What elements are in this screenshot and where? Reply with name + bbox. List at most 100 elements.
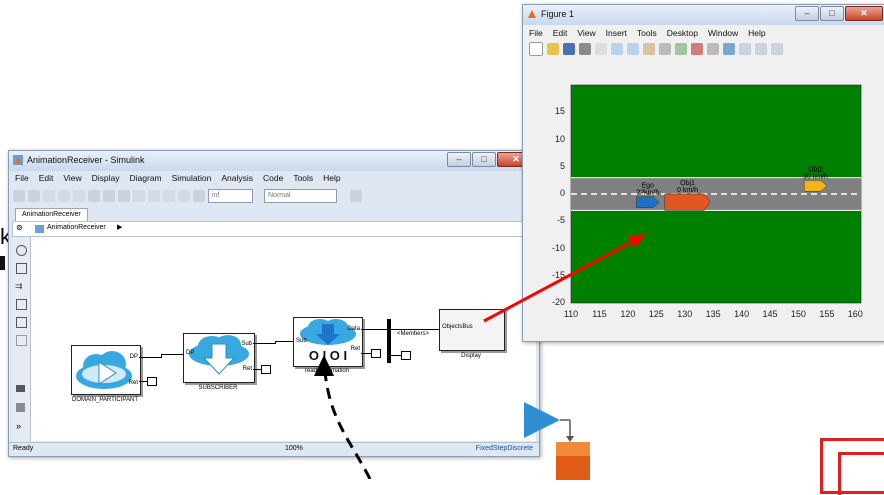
up-icon[interactable] [73, 190, 85, 202]
signal-line[interactable] [361, 353, 371, 354]
tab-animation-receiver[interactable]: AnimationReceiver [15, 208, 88, 221]
signal-line[interactable] [361, 329, 387, 330]
minimize-button[interactable]: – [795, 6, 819, 21]
menu-help[interactable]: Help [323, 172, 340, 185]
minimize-button[interactable]: – [447, 152, 471, 167]
fit-view-icon[interactable] [16, 263, 27, 274]
brush-icon[interactable] [691, 43, 703, 55]
menu-edit[interactable]: Edit [553, 27, 568, 40]
show-plot-tools-icon[interactable] [771, 43, 783, 55]
open-icon[interactable] [547, 43, 559, 55]
new-figure-icon[interactable] [529, 42, 543, 56]
run-icon[interactable] [148, 190, 160, 202]
x-tick-label: 120 [620, 309, 636, 319]
zoom-icon[interactable] [16, 245, 27, 256]
stop-time-field[interactable]: inf [208, 189, 253, 203]
print-icon[interactable] [579, 43, 591, 55]
menu-display[interactable]: Display [92, 172, 120, 185]
menu-simulation[interactable]: Simulation [172, 172, 212, 185]
menu-analysis[interactable]: Analysis [221, 172, 253, 185]
pointer-icon[interactable] [595, 43, 607, 55]
menu-tools[interactable]: Tools [637, 27, 657, 40]
settings-icon[interactable] [103, 190, 115, 202]
x-tick-label: 110 [563, 309, 579, 319]
subscriber-block[interactable]: DP Sub Ret [183, 333, 255, 383]
reader-animation-block[interactable]: O I O I Sub Data Ret [293, 317, 363, 367]
domain-participant-block[interactable]: DP Ret [71, 345, 141, 395]
zoom-out-icon[interactable] [627, 43, 639, 55]
menu-diagram[interactable]: Diagram [130, 172, 162, 185]
y-tick-label: -20 [551, 297, 565, 307]
zoom-in-icon[interactable] [611, 43, 623, 55]
menu-edit[interactable]: Edit [39, 172, 54, 185]
maximize-button[interactable]: □ [820, 6, 844, 21]
new-model-icon[interactable] [13, 190, 25, 202]
image-icon[interactable] [16, 299, 27, 310]
hide-plot-tools-icon[interactable] [755, 43, 767, 55]
terminator[interactable] [147, 377, 157, 386]
link-icon[interactable] [707, 43, 719, 55]
area-icon[interactable] [16, 335, 27, 346]
menu-desktop[interactable]: Desktop [667, 27, 698, 40]
save-icon[interactable] [28, 190, 40, 202]
properties-icon[interactable] [16, 403, 25, 412]
forward-icon[interactable] [58, 190, 70, 202]
stop-icon[interactable] [178, 190, 190, 202]
menu-help[interactable]: Help [748, 27, 765, 40]
rotate-icon[interactable] [659, 43, 671, 55]
signal-line[interactable] [391, 329, 439, 330]
maximize-button[interactable]: □ [472, 152, 496, 167]
signal-line[interactable] [253, 343, 275, 344]
domain-participant-caption: DOMAIN_PARTICIPANT [71, 397, 138, 403]
annotation-icon[interactable] [16, 317, 27, 328]
vehicle-obj1 [664, 193, 711, 211]
library-icon[interactable] [88, 190, 100, 202]
display-block[interactable]: ObjectsBus [439, 309, 505, 351]
road-plot: Ego??km/h Obj10 km/h Obj290 km/h [570, 84, 862, 304]
arrow-icon[interactable]: ⇉ [15, 281, 23, 292]
pan-icon[interactable] [643, 43, 655, 55]
model-explorer-icon[interactable] [118, 190, 130, 202]
menu-insert[interactable]: Insert [606, 27, 627, 40]
figure-titlebar[interactable]: Figure 1 – □ ✕ [523, 5, 884, 25]
breadcrumb-item[interactable]: AnimationReceiver [47, 224, 106, 231]
datacursor-icon[interactable] [675, 43, 687, 55]
scope-icon[interactable] [193, 190, 205, 202]
port-sub-label: Sub [241, 341, 252, 347]
menu-code[interactable]: Code [263, 172, 283, 185]
signal-line[interactable] [139, 381, 147, 382]
menu-tools[interactable]: Tools [293, 172, 313, 185]
menu-window[interactable]: Window [708, 27, 738, 40]
y-tick-label: 15 [554, 106, 565, 117]
menu-view[interactable]: View [577, 27, 595, 40]
close-button[interactable]: ✕ [845, 6, 883, 21]
screenshot-icon[interactable] [16, 385, 25, 392]
terminator[interactable] [371, 349, 381, 358]
colorbar-icon[interactable] [723, 43, 735, 55]
back-icon[interactable] [43, 190, 55, 202]
step-back-icon[interactable] [133, 190, 145, 202]
signal-line[interactable] [139, 357, 161, 358]
sim-mode-select[interactable]: Normal [264, 189, 337, 203]
menu-file[interactable]: File [15, 172, 29, 185]
terminator[interactable] [401, 351, 411, 360]
simulink-titlebar[interactable]: AnimationReceiver - Simulink – □ ✕ [9, 151, 539, 171]
signal-line[interactable] [253, 369, 261, 370]
breadcrumb-arrow-icon: ▶ [117, 224, 123, 231]
signal-line[interactable] [275, 341, 293, 342]
model-canvas[interactable]: DP Ret DOMAIN_PARTICIPANT DP Sub Ret SUB… [31, 237, 536, 441]
signal-line[interactable] [161, 354, 183, 355]
signal-line[interactable] [391, 355, 401, 356]
legend-icon[interactable] [739, 43, 751, 55]
menu-file[interactable]: File [529, 27, 543, 40]
y-tick-label: -5 [556, 215, 565, 226]
axes[interactable]: Ego ??km/h Obj1 0 km/h Obj2 90 km/h 15 10 5 0 -5 -… [523, 59, 884, 341]
terminator[interactable] [261, 365, 271, 374]
diagnostics-icon[interactable] [350, 190, 362, 202]
menu-view[interactable]: View [63, 172, 81, 185]
save-icon[interactable] [563, 43, 575, 55]
expand-icon[interactable]: » [16, 421, 21, 431]
bus-selector[interactable] [387, 319, 391, 363]
hide-browser-icon[interactable]: ⊚ [16, 223, 23, 232]
step-forward-icon[interactable] [163, 190, 175, 202]
